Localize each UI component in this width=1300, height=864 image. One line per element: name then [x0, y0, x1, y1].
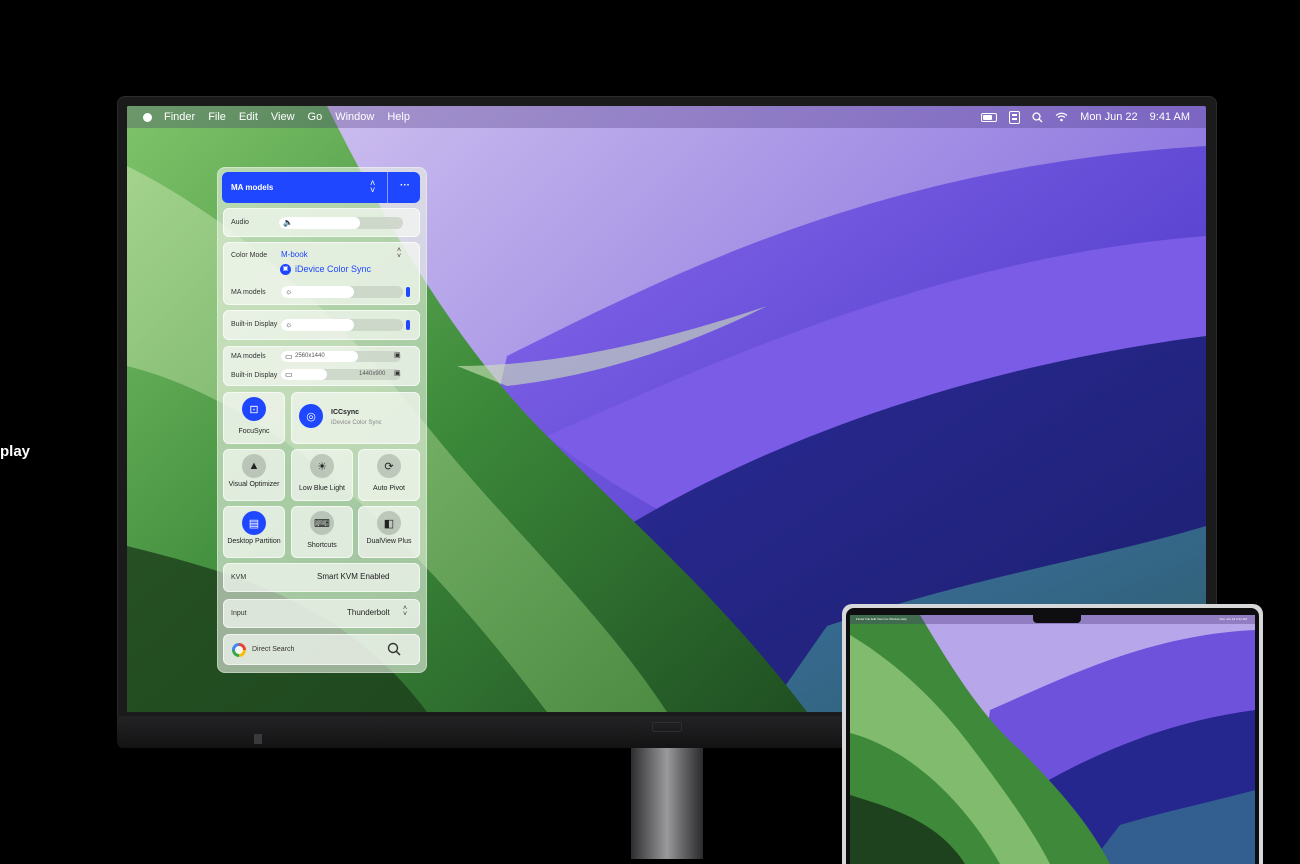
menu-bar-status-area: Mon Jun 22 9:41 AM — [981, 106, 1190, 128]
wifi-icon[interactable] — [1055, 112, 1068, 122]
monitor-selector[interactable]: MA models ˄ ˅ ··· — [222, 172, 420, 203]
camera-notch — [1033, 615, 1081, 623]
menu-finder[interactable]: Finder — [164, 111, 195, 123]
visual-optimizer-tile[interactable]: ▲ Visual Optimizer — [223, 449, 285, 501]
builtin-brightness-label: Built-in Display — [231, 321, 278, 328]
menu-help[interactable]: Help — [387, 111, 410, 123]
dualview-plus-icon: ◧ — [377, 511, 401, 535]
menu-bar: Finder File Edit View Go Window Help Mon — [127, 106, 1206, 128]
monitor-sensor — [254, 734, 262, 744]
audio-slider[interactable]: 🔈 — [279, 217, 403, 229]
more-options-button[interactable]: ··· — [400, 180, 410, 191]
input-chevron-icon[interactable]: ˄ ˅ — [403, 605, 407, 618]
kvm-card[interactable]: KVM Smart KVM Enabled — [223, 563, 420, 592]
apple-icon[interactable] — [143, 112, 152, 122]
input-card[interactable]: Input Thunderbolt ˄ ˅ — [223, 599, 420, 628]
laptop-menu-clock: Mon Jun 22 9:41 AM — [1219, 617, 1247, 621]
visual-optimizer-label: Visual Optimizer — [228, 481, 280, 488]
laptop-large-icon: ▣ — [394, 370, 401, 377]
auto-pivot-icon: ⟳ — [377, 454, 401, 478]
color-mode-value[interactable]: M-book — [281, 250, 308, 259]
battery-icon[interactable] — [981, 112, 998, 122]
desktop-partition-label: Desktop Partition — [227, 538, 281, 545]
menu-file[interactable]: File — [208, 111, 226, 123]
menu-bar-time[interactable]: 9:41 AM — [1150, 111, 1190, 123]
audio-label: Audio — [231, 219, 249, 226]
input-value: Thunderbolt — [347, 608, 390, 617]
menu-go[interactable]: Go — [308, 111, 323, 123]
menu-edit[interactable]: Edit — [239, 111, 258, 123]
direct-search-card[interactable]: Direct Search — [223, 634, 420, 665]
brightness-icon: ☼ — [285, 287, 293, 296]
ma-models-resolution-value: 2560x1440 — [295, 353, 325, 359]
ma-models-brightness-slider[interactable]: ☼ — [281, 286, 403, 298]
low-blue-light-label: Low Blue Light — [299, 485, 345, 492]
resolution-card: MA models ▭ 2560x1440 ▣ Built-in Display… — [223, 346, 420, 386]
kvm-status: Smart KVM Enabled — [317, 572, 390, 581]
builtin-resolution-label: Built-in Display — [231, 372, 278, 379]
iccsync-subtitle: iDevice Color Sync — [331, 420, 382, 426]
low-blue-light-icon: ☀ — [310, 454, 334, 478]
laptop-bezel: Finder File Edit View Go Window Help Mon… — [846, 608, 1259, 864]
idevice-color-sync-label[interactable]: iDevice Color Sync — [295, 264, 371, 274]
color-sync-icon: ▣ — [280, 264, 291, 275]
input-label: Input — [231, 610, 247, 617]
builtin-brightness-slider[interactable]: ☼ — [281, 319, 403, 331]
shortcuts-label: Shortcuts — [307, 542, 337, 549]
builtin-sync-indicator[interactable] — [406, 320, 410, 330]
header-divider — [387, 172, 388, 203]
display-control-panel: MA models ˄ ˅ ··· Audio 🔈 Color Mode M-bo… — [217, 167, 427, 673]
dualview-plus-tile[interactable]: ◧ DualView Plus — [358, 506, 420, 558]
monitor-large-icon: ▣ — [394, 352, 401, 359]
monitor-selector-label: MA models — [231, 183, 274, 192]
laptop: Finder File Edit View Go Window Help Mon… — [842, 604, 1263, 864]
auto-pivot-label: Auto Pivot — [373, 485, 405, 492]
menu-view[interactable]: View — [271, 111, 295, 123]
speaker-icon: 🔈 — [283, 218, 293, 227]
audio-card: Audio 🔈 — [223, 208, 420, 237]
focusync-icon: ⊡ — [242, 397, 266, 421]
cropped-caption-text: play — [0, 443, 31, 460]
brightness-icon: ☼ — [285, 320, 293, 329]
laptop-wallpaper — [850, 615, 1255, 864]
builtin-resolution-value: 1440x900 — [359, 371, 386, 377]
menu-window[interactable]: Window — [335, 111, 374, 123]
direct-search-label: Direct Search — [252, 646, 295, 653]
laptop-menu-items: Finder File Edit View Go Window Help — [856, 617, 907, 621]
builtin-resolution-slider[interactable]: ▭ 1440x900 — [281, 369, 401, 380]
brand-logo-icon — [652, 722, 682, 732]
search-icon[interactable] — [387, 642, 401, 656]
ma-models-resolution-slider[interactable]: ▭ 2560x1440 — [281, 351, 401, 362]
spotlight-search-icon[interactable] — [1032, 111, 1043, 123]
focusync-tile[interactable]: ⊡ FocuSync — [223, 392, 285, 444]
desktop-partition-icon: ▤ — [242, 511, 266, 535]
monitor-small-icon: ▭ — [285, 352, 293, 361]
laptop-small-icon: ▭ — [285, 370, 293, 379]
ma-models-resolution-label: MA models — [231, 353, 266, 360]
color-mode-label: Color Mode — [231, 252, 268, 259]
dualview-plus-label: DualView Plus — [366, 538, 412, 545]
desktop-partition-tile[interactable]: ▤ Desktop Partition — [223, 506, 285, 558]
visual-optimizer-icon: ▲ — [242, 454, 266, 478]
iccsync-title: ICCsync — [331, 409, 360, 416]
brightness-sync-indicator[interactable] — [406, 287, 410, 297]
ma-models-brightness-label: MA models — [231, 289, 266, 296]
builtin-brightness-card: Built-in Display ☼ — [223, 310, 420, 340]
up-down-chevron-icon: ˄ ˅ — [370, 178, 376, 195]
monitor-stand — [631, 748, 703, 859]
shortcuts-tile[interactable]: ⌨ Shortcuts — [291, 506, 353, 558]
control-center-icon[interactable] — [1009, 110, 1021, 124]
shortcuts-icon: ⌨ — [310, 511, 334, 535]
laptop-screen: Finder File Edit View Go Window Help Mon… — [850, 615, 1255, 864]
low-blue-light-tile[interactable]: ☀ Low Blue Light — [291, 449, 353, 501]
color-mode-chevron-icon[interactable]: ˄ ˅ — [397, 247, 401, 260]
auto-pivot-tile[interactable]: ⟳ Auto Pivot — [358, 449, 420, 501]
iccsync-icon: ◎ — [299, 404, 323, 428]
kvm-label: KVM — [231, 574, 247, 581]
color-mode-card: Color Mode M-book ˄ ˅ ▣ iDevice Color Syn… — [223, 242, 420, 305]
iccsync-tile[interactable]: ◎ ICCsync iDevice Color Sync — [291, 392, 420, 444]
menu-bar-date[interactable]: Mon Jun 22 — [1080, 111, 1137, 123]
focusync-label: FocuSync — [238, 428, 270, 435]
google-icon — [232, 643, 246, 657]
